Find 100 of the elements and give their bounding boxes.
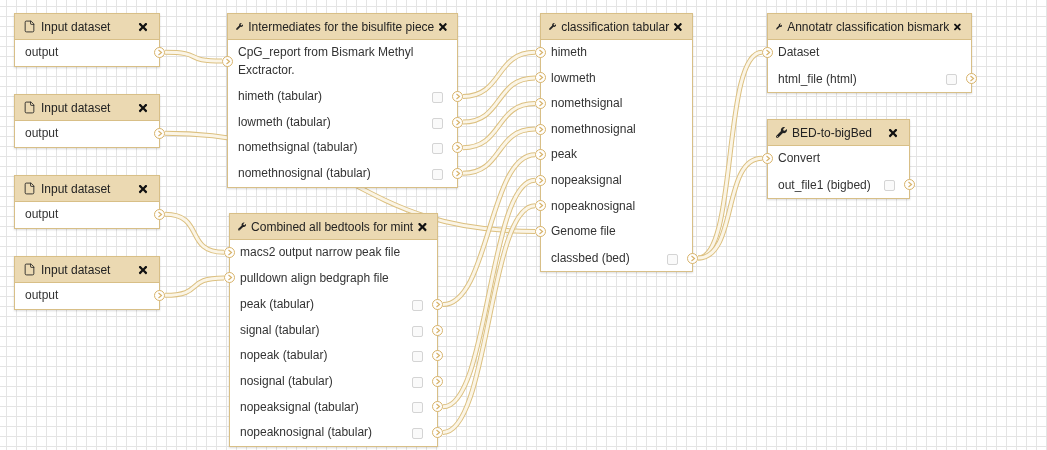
output-label: peak (tabular) bbox=[240, 297, 315, 312]
wrench-icon bbox=[549, 21, 557, 32]
output-port[interactable] bbox=[432, 299, 443, 310]
close-icon[interactable] bbox=[137, 20, 149, 33]
close-icon[interactable] bbox=[439, 20, 447, 33]
node-title: Combined all bedtools for mint bbox=[251, 219, 414, 234]
output-port[interactable] bbox=[432, 350, 443, 362]
output-label: output bbox=[25, 207, 59, 221]
wrench-icon bbox=[776, 21, 783, 32]
checkbox[interactable] bbox=[432, 117, 443, 129]
output-label: html_file (html) bbox=[778, 71, 857, 86]
output-port[interactable] bbox=[154, 127, 165, 139]
input-label: Dataset bbox=[778, 45, 820, 59]
wrench-icon bbox=[776, 127, 787, 138]
node-title: Input dataset bbox=[41, 19, 112, 34]
checkbox[interactable] bbox=[412, 376, 423, 388]
output-port[interactable] bbox=[687, 252, 698, 264]
input-port[interactable] bbox=[762, 46, 773, 58]
close-icon[interactable] bbox=[674, 20, 682, 33]
output-port[interactable] bbox=[904, 179, 915, 191]
input-label: peak bbox=[551, 147, 578, 162]
checkbox[interactable] bbox=[412, 300, 423, 311]
input-label: CpG_report from Bismark Methyl Exctractor. bbox=[238, 45, 414, 77]
node-title: Intermediates for the bisulfite piece bbox=[248, 19, 435, 34]
node-title: Input dataset bbox=[41, 100, 112, 115]
close-icon[interactable] bbox=[418, 220, 427, 233]
input-port[interactable] bbox=[224, 246, 235, 258]
output-port[interactable] bbox=[154, 208, 165, 220]
output-label: nomethnosignal (tabular) bbox=[238, 165, 371, 180]
input-label: nopeaknosignal bbox=[551, 198, 636, 213]
output-label: nosignal (tabular) bbox=[240, 373, 333, 388]
output-label: lowmeth (tabular) bbox=[238, 114, 331, 129]
close-icon[interactable] bbox=[137, 101, 149, 114]
close-icon[interactable] bbox=[137, 263, 149, 276]
input-label: nopeaksignal bbox=[551, 172, 622, 187]
input-port[interactable] bbox=[535, 123, 546, 135]
input-port[interactable] bbox=[535, 225, 546, 237]
input-label: nomethsignal bbox=[551, 96, 623, 111]
input-port[interactable] bbox=[535, 46, 546, 58]
output-port[interactable] bbox=[432, 401, 443, 413]
node-title: BED-to-bigBed bbox=[792, 125, 874, 140]
checkbox[interactable] bbox=[432, 92, 443, 103]
checkbox[interactable] bbox=[412, 325, 423, 337]
node-title: Annotatr classification bismark bbox=[787, 19, 950, 34]
input-port[interactable] bbox=[224, 272, 235, 284]
output-port[interactable] bbox=[432, 426, 443, 438]
output-label: output bbox=[25, 45, 59, 59]
input-port[interactable] bbox=[535, 149, 546, 161]
checkbox[interactable] bbox=[412, 402, 423, 414]
file-icon bbox=[23, 182, 36, 195]
file-icon bbox=[23, 101, 36, 114]
output-label: output bbox=[25, 126, 59, 140]
close-icon[interactable] bbox=[887, 126, 899, 139]
node-title: Input dataset bbox=[41, 262, 112, 277]
output-port[interactable] bbox=[452, 91, 463, 102]
output-label: out_file1 (bigbed) bbox=[778, 177, 871, 192]
input-port[interactable] bbox=[762, 152, 773, 164]
checkbox[interactable] bbox=[412, 427, 423, 439]
output-port[interactable] bbox=[154, 46, 165, 58]
checkbox[interactable] bbox=[432, 143, 443, 155]
output-port[interactable] bbox=[432, 375, 443, 387]
output-port[interactable] bbox=[452, 142, 463, 154]
wrench-icon bbox=[238, 221, 247, 232]
checkbox[interactable] bbox=[884, 180, 895, 192]
input-label: Genome file bbox=[551, 224, 616, 239]
input-label: lowmeth bbox=[551, 70, 596, 85]
input-port[interactable] bbox=[535, 72, 546, 84]
output-port[interactable] bbox=[966, 73, 977, 85]
connector bbox=[164, 275, 225, 298]
output-label: nopeaksignal (tabular) bbox=[240, 399, 359, 414]
close-icon[interactable] bbox=[137, 182, 149, 195]
file-icon bbox=[23, 263, 36, 276]
checkbox[interactable] bbox=[667, 253, 678, 265]
output-label: output bbox=[25, 288, 59, 302]
input-port[interactable] bbox=[535, 174, 546, 186]
checkbox[interactable] bbox=[946, 74, 957, 86]
output-label: classbed (bed) bbox=[551, 250, 630, 265]
output-label: signal (tabular) bbox=[240, 322, 320, 337]
output-label: nopeaknosignal (tabular) bbox=[240, 425, 373, 440]
input-label: Convert bbox=[778, 151, 821, 165]
output-port[interactable] bbox=[432, 324, 443, 336]
node-title: Input dataset bbox=[41, 181, 112, 196]
wrench-icon bbox=[236, 21, 244, 32]
output-port[interactable] bbox=[154, 289, 165, 301]
checkbox[interactable] bbox=[412, 351, 423, 363]
checkbox[interactable] bbox=[432, 168, 443, 180]
output-label: nomethsignal (tabular) bbox=[238, 140, 358, 155]
input-label: macs2 output narrow peak file bbox=[240, 245, 401, 259]
input-label: pulldown align bedgraph file bbox=[240, 270, 389, 285]
output-port[interactable] bbox=[452, 167, 463, 179]
output-label: nopeak (tabular) bbox=[240, 348, 328, 363]
node-title: classification tabular bbox=[561, 19, 670, 34]
input-port[interactable] bbox=[535, 200, 546, 212]
file-icon bbox=[23, 20, 36, 33]
input-label: nomethnosignal bbox=[551, 121, 636, 136]
output-label: himeth (tabular) bbox=[238, 89, 323, 104]
input-label: himeth bbox=[551, 45, 588, 59]
input-port[interactable] bbox=[222, 55, 233, 67]
input-port[interactable] bbox=[535, 98, 546, 109]
output-port[interactable] bbox=[452, 116, 463, 128]
